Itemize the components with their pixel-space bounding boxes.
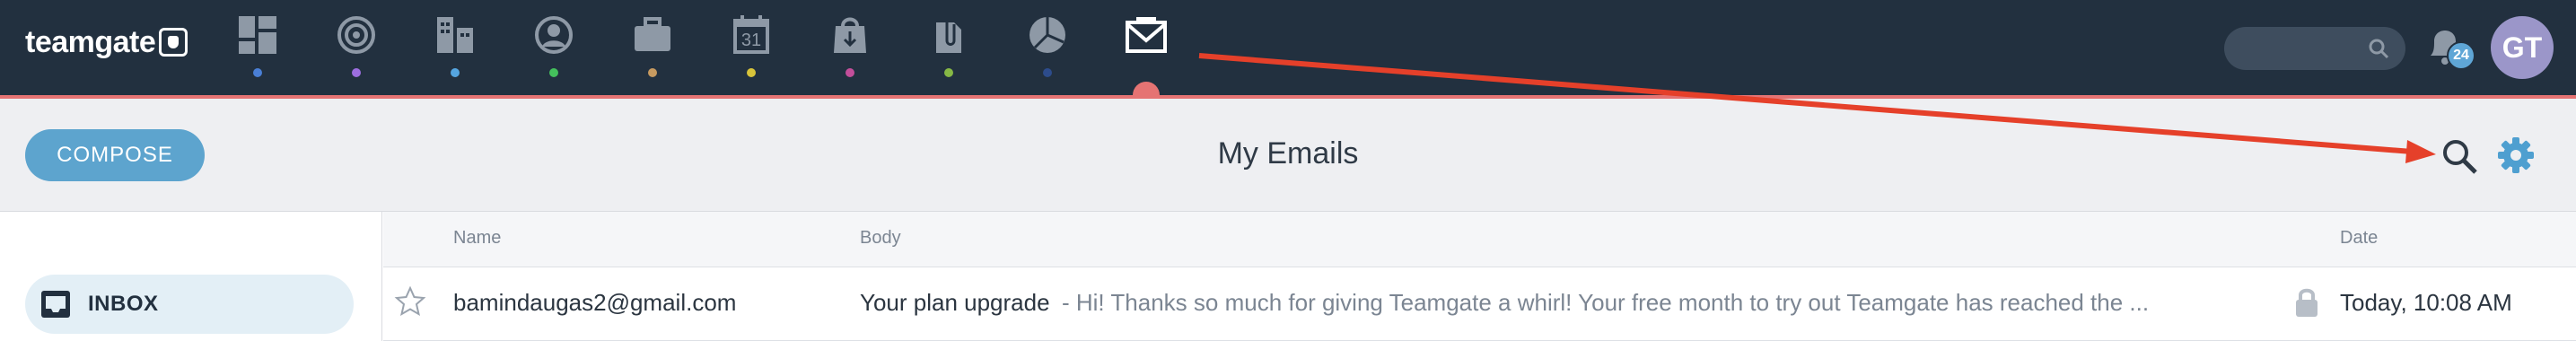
email-table: Name Body Date bamindaugas2@gmail.com Yo… [383,212,2576,341]
global-search-input[interactable] [2224,27,2405,70]
logo-hand-icon [159,28,188,57]
nav-dot [747,68,756,77]
briefcase-icon [630,13,675,57]
sidebar-item-inbox[interactable]: INBOX [25,275,354,334]
nav-item-dashboard[interactable] [226,13,289,84]
sidebar-item-label: INBOX [88,292,159,316]
user-avatar[interactable]: GT [2491,16,2554,79]
nav-dot [352,68,361,77]
nav-item-targets[interactable] [325,13,388,84]
table-row[interactable]: bamindaugas2@gmail.com Your plan upgrade… [383,267,2576,341]
nav-dot [648,68,657,77]
nav-item-contacts[interactable] [522,13,585,84]
pie-chart-icon [1025,13,1070,57]
lock-icon [2296,288,2318,317]
page-header: COMPOSE My Emails [0,99,2576,212]
shopping-bag-icon [828,13,872,57]
nav-dot [846,68,854,77]
teamgate-logo[interactable]: teamgate [25,23,188,61]
nav-item-deals[interactable] [621,13,684,84]
contact-icon [531,13,576,57]
nav-dot [1043,68,1052,77]
nav-dot [944,68,953,77]
star-icon[interactable] [394,285,426,318]
column-header-body[interactable]: Body [860,228,901,249]
top-navigation-bar: teamgate 31 24 GT [0,0,2576,95]
calendar-icon: 31 [729,13,774,57]
nav-item-calendar[interactable]: 31 [720,13,783,84]
dashboard-icon [235,13,280,57]
table-header: Name Body Date [383,212,2576,267]
email-date: Today, 10:08 AM [2340,289,2512,316]
nav-dot [549,68,558,77]
column-header-name[interactable]: Name [453,228,501,249]
email-subject: Your plan upgrade [860,289,1050,316]
email-snippet: - Hi! Thanks so much for giving Teamgate… [1062,289,2150,316]
calendar-day: 31 [741,31,761,50]
nav-item-companies[interactable] [424,13,486,84]
target-icon [334,13,379,57]
page-title: My Emails [1217,136,1359,170]
nav-item-reports[interactable] [1016,13,1079,84]
nav-dot [253,68,262,77]
logo-text: teamgate [25,24,156,59]
paperclip-icon [926,13,971,57]
nav-dot [451,68,460,77]
mail-sidebar: INBOX [0,212,382,341]
buildings-icon [433,13,478,57]
column-header-date[interactable]: Date [2340,228,2378,249]
nav-item-emails[interactable] [1115,13,1178,84]
notification-count-badge: 24 [2447,41,2475,70]
inbox-icon [41,291,70,318]
search-icon [2369,39,2389,59]
search-emails-icon[interactable] [2440,136,2479,176]
envelope-icon [1124,13,1169,57]
nav-item-sales[interactable] [819,13,881,84]
gear-icon[interactable] [2497,136,2535,174]
email-sender: bamindaugas2@gmail.com [453,289,737,316]
nav-item-documents[interactable] [917,13,980,84]
